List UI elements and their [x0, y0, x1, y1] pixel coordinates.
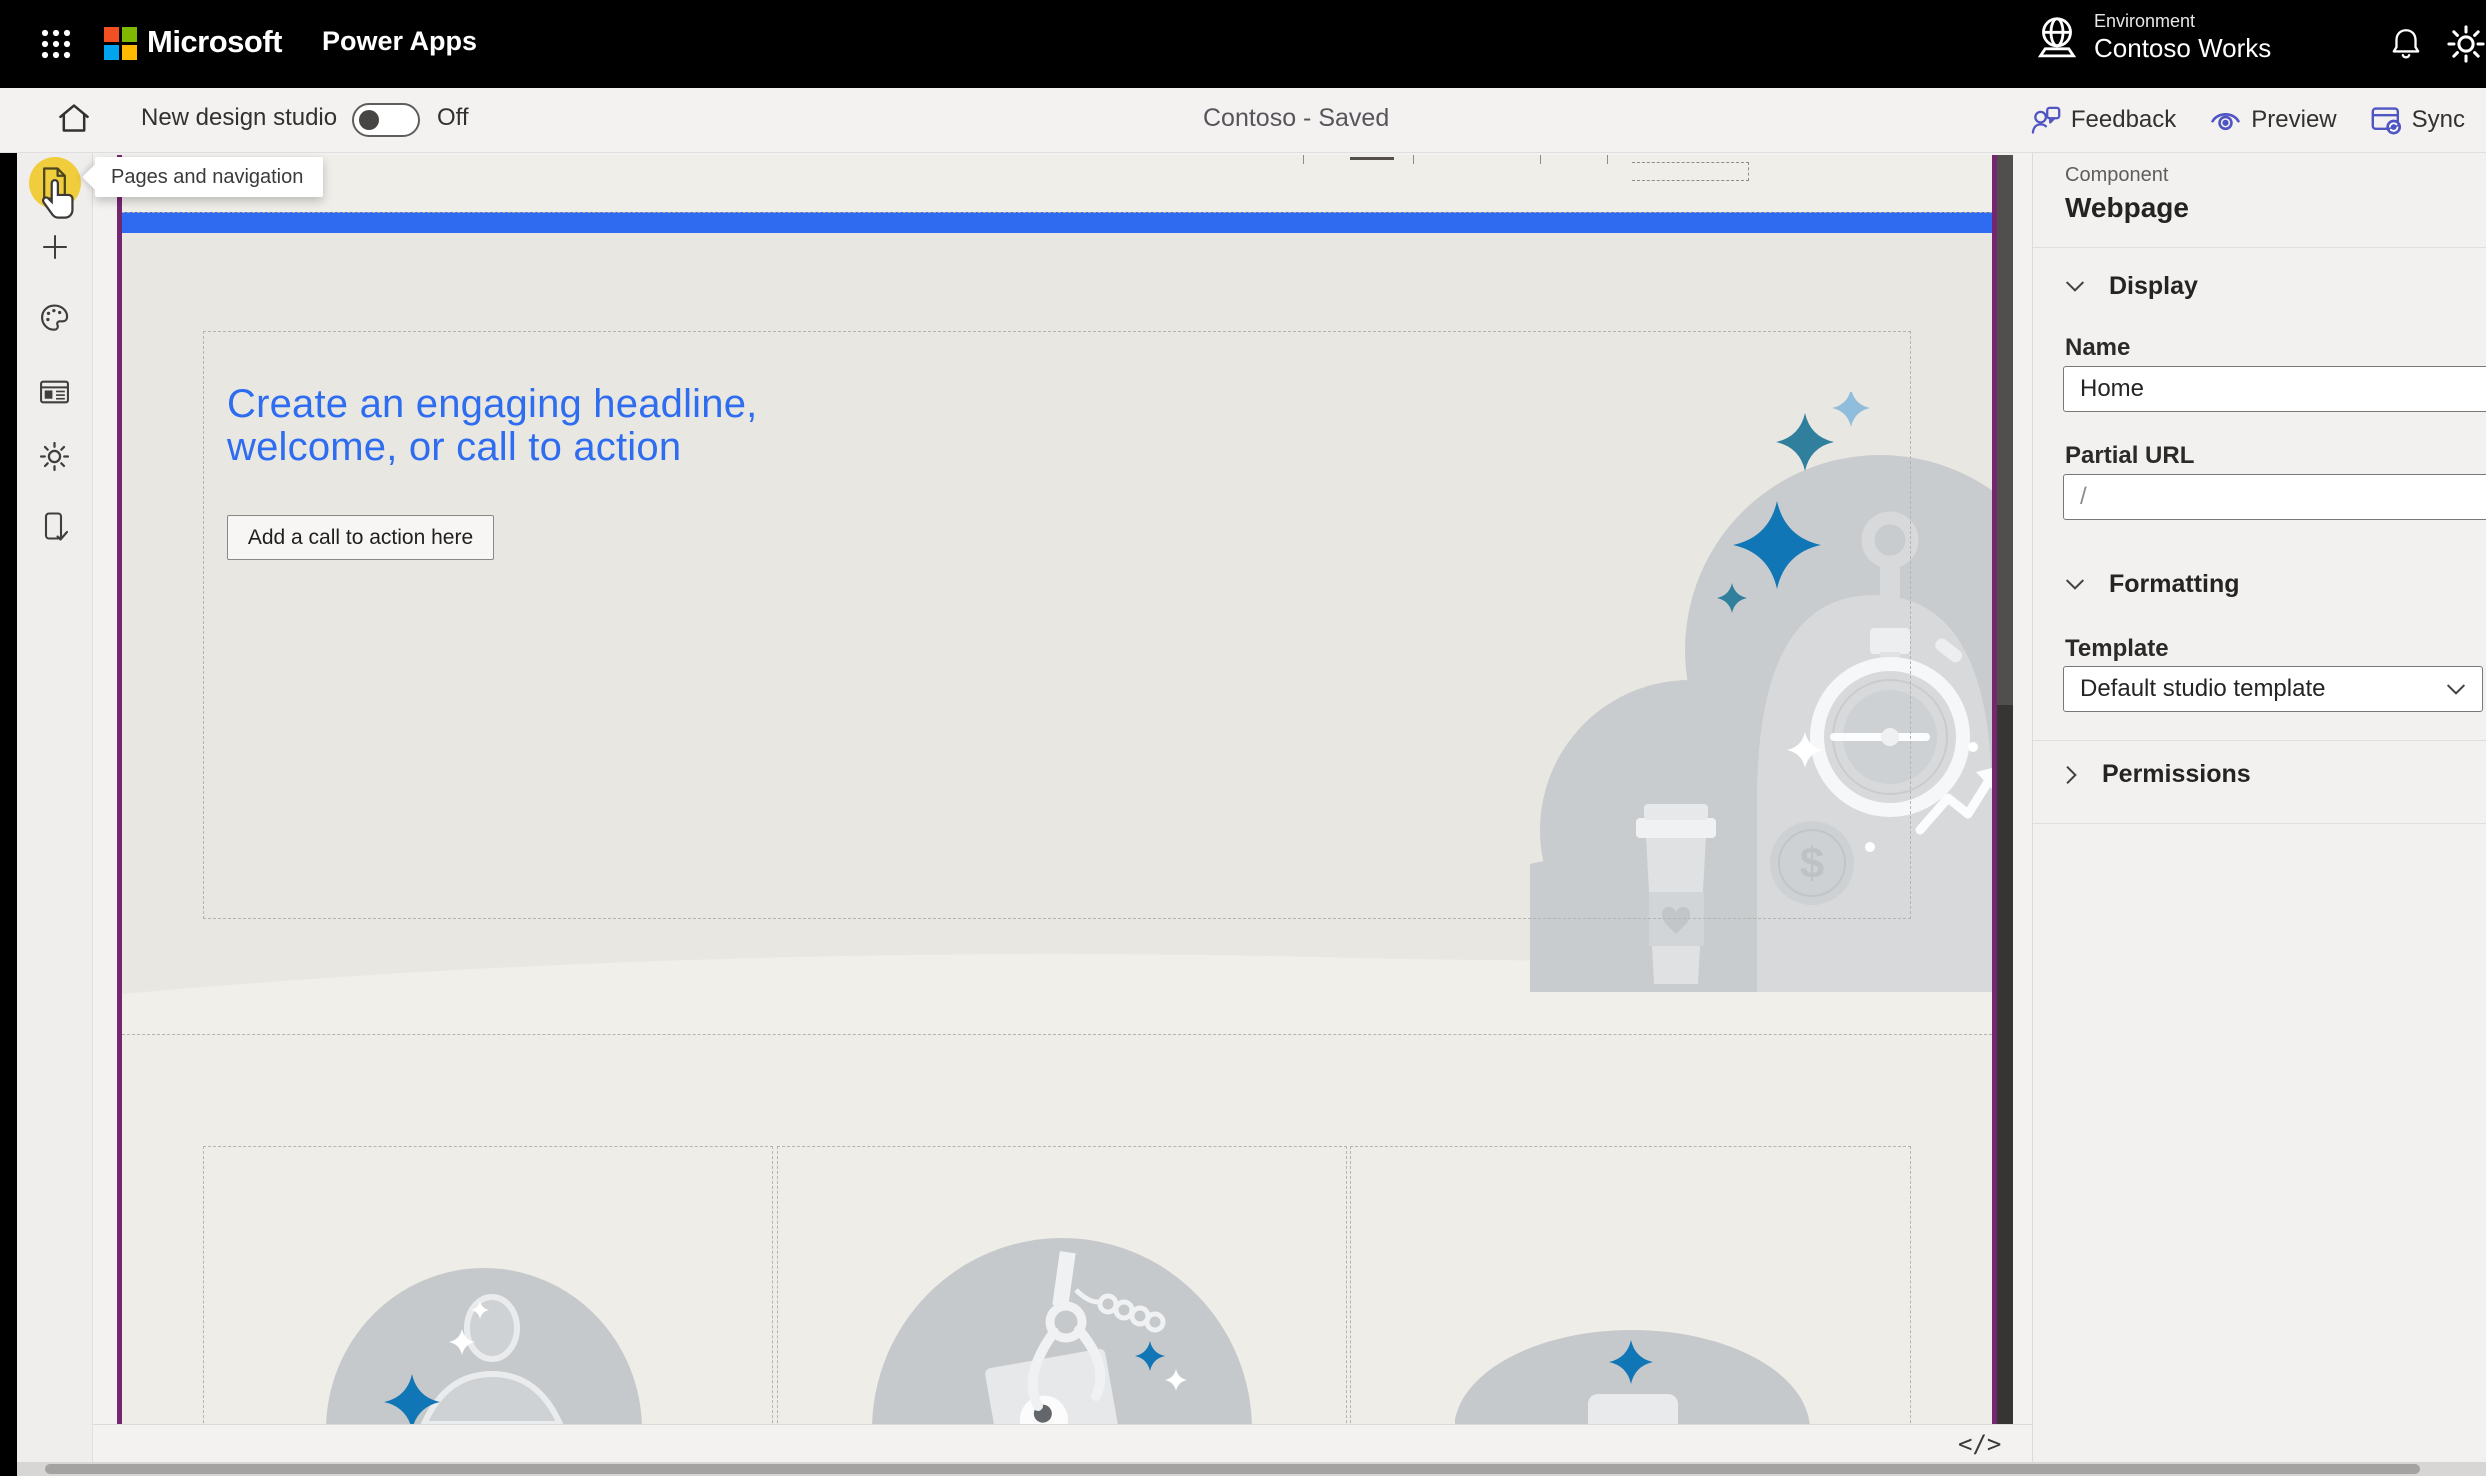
preview-button[interactable]: Preview	[2193, 88, 2353, 152]
component-label: Component	[2065, 164, 2168, 187]
canvas-outline-fragment	[1540, 155, 1541, 164]
card3-illustration	[1455, 1328, 1811, 1424]
hero-headline-line1: Create an engaging headline,	[227, 383, 1127, 426]
toggle-state-label: Off	[437, 104, 469, 132]
feedback-button[interactable]: Feedback	[2014, 88, 2193, 152]
name-input[interactable]	[2063, 366, 2486, 412]
template-dropdown[interactable]: Default studio template	[2063, 666, 2483, 712]
panel-divider	[2033, 740, 2486, 741]
app-launcher-icon	[41, 29, 71, 59]
formatting-section-header[interactable]: Formatting	[2065, 570, 2240, 599]
home-button[interactable]	[52, 96, 96, 140]
display-section-title: Display	[2109, 272, 2198, 301]
ms-logo-square-blue	[104, 45, 119, 60]
hand-cursor-icon	[42, 178, 76, 220]
brand-name[interactable]: Microsoft	[147, 24, 282, 60]
partial-url-label: Partial URL	[2065, 442, 2194, 470]
add-icon	[40, 232, 70, 262]
canvas-vertical-scrollbar-thumb[interactable]	[1997, 155, 2013, 705]
name-label: Name	[2065, 334, 2130, 362]
canvas-outline-fragment	[1632, 162, 1749, 181]
new-design-studio-label: New design studio	[141, 104, 337, 132]
preview-label: Preview	[2251, 106, 2336, 134]
template-label: Template	[2065, 635, 2169, 663]
bell-icon	[2389, 26, 2423, 62]
ms-logo-square-green	[122, 27, 137, 42]
sync-button[interactable]: Sync	[2354, 88, 2482, 152]
sidebar-item-design[interactable]	[29, 292, 81, 344]
permissions-section-title: Permissions	[2102, 760, 2251, 789]
canvas-bottom-bar: </>	[92, 1424, 2032, 1463]
ms-logo-square-yellow	[122, 45, 137, 60]
sync-icon	[2371, 106, 2402, 135]
app-launcher-button[interactable]	[36, 24, 76, 64]
permissions-section-header[interactable]: Permissions	[2065, 760, 2251, 789]
template-dropdown-value: Default studio template	[2080, 675, 2446, 703]
chevron-right-icon	[2065, 765, 2078, 785]
notifications-button[interactable]	[2384, 22, 2428, 66]
selection-border-left	[117, 155, 122, 1424]
home-icon	[57, 102, 91, 134]
sidebar-item-settings[interactable]	[29, 430, 81, 482]
sidebar-item-layout[interactable]	[29, 366, 81, 418]
hero-headline[interactable]: Create an engaging headline, welcome, or…	[227, 383, 1127, 469]
hero-headline-line2: welcome, or call to action	[227, 426, 1127, 469]
canvas-outline-fragment	[1413, 155, 1414, 164]
card1-illustration	[324, 1262, 654, 1424]
code-view-button[interactable]: </>	[1958, 1425, 2001, 1463]
environment-name: Contoso Works	[2094, 32, 2271, 64]
toggle-knob	[359, 110, 379, 130]
sidebar-tooltip-text: Pages and navigation	[111, 166, 303, 189]
card2-illustration	[872, 1238, 1252, 1424]
mobile-preview-icon	[40, 511, 70, 543]
horizontal-scrollbar-thumb[interactable]	[45, 1464, 2420, 1474]
new-design-studio-toggle[interactable]	[352, 103, 420, 137]
cta-button[interactable]: Add a call to action here	[227, 515, 494, 560]
studio-sidebar	[17, 152, 93, 1462]
chevron-down-icon	[2065, 280, 2085, 293]
sidebar-tooltip: Pages and navigation	[95, 157, 323, 197]
feedback-icon	[2031, 106, 2061, 135]
settings-icon	[39, 441, 70, 472]
canvas-outline-fragment	[1350, 157, 1394, 160]
sync-label: Sync	[2412, 106, 2465, 134]
component-type: Webpage	[2065, 192, 2189, 224]
product-name[interactable]: Power Apps	[322, 26, 477, 57]
panel-divider	[2033, 247, 2486, 248]
formatting-section-title: Formatting	[2109, 570, 2240, 599]
sidebar-item-add[interactable]	[29, 221, 81, 273]
window-left-edge	[0, 0, 17, 1476]
settings-button-top[interactable]	[2444, 22, 2486, 66]
webpage-header-placeholder[interactable]	[122, 212, 1992, 234]
environment-label: Environment	[2094, 10, 2271, 32]
chevron-down-icon	[2065, 578, 2085, 591]
canvas-outline-fragment	[1303, 155, 1304, 164]
sidebar-item-mobile-preview[interactable]	[29, 501, 81, 553]
canvas-outline-fragment	[1607, 155, 1608, 164]
properties-panel: Component Webpage Display Name Partial U…	[2032, 152, 2486, 1462]
design-canvas[interactable]: $ Create an engaging headline, welcome, …	[122, 155, 1992, 1424]
panel-divider	[2033, 823, 2486, 824]
display-section-header[interactable]: Display	[2065, 272, 2198, 301]
chevron-down-icon	[2446, 683, 2466, 696]
ms-logo-square-red	[104, 27, 119, 42]
environment-icon	[2036, 15, 2078, 59]
studio-toolbar: New design studio Off Contoso - Saved Fe…	[0, 88, 2486, 153]
design-palette-icon	[39, 303, 70, 333]
environment-picker[interactable]: Environment Contoso Works	[2036, 10, 2271, 64]
gear-icon	[2447, 25, 2485, 63]
partial-url-input[interactable]	[2063, 474, 2486, 520]
eye-preview-icon	[2210, 107, 2241, 133]
site-save-status: Contoso - Saved	[1203, 104, 1389, 133]
feedback-label: Feedback	[2071, 106, 2176, 134]
layout-icon	[39, 377, 70, 407]
microsoft-logo[interactable]	[104, 27, 137, 60]
top-app-bar: Microsoft Power Apps Environment Contoso…	[0, 0, 2486, 88]
